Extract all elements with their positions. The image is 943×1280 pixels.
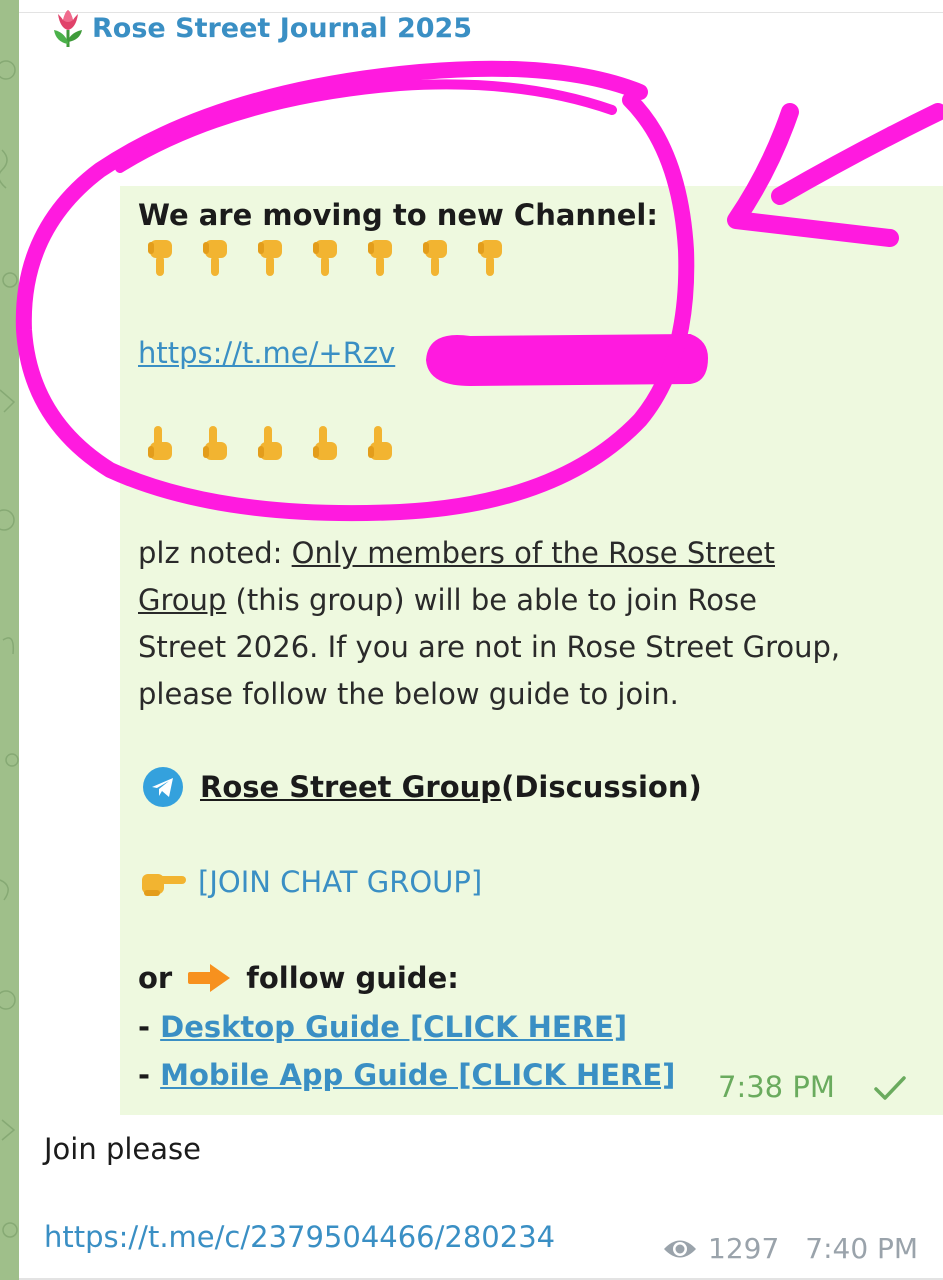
or-label: or — [138, 961, 173, 995]
backhand-index-pointing-up-icon — [203, 426, 227, 460]
follow-guide-row: or follow guide: — [138, 960, 459, 996]
backhand-index-pointing-down-icon — [313, 240, 337, 276]
join-chat-group-link[interactable]: [JOIN CHAT GROUP] — [198, 865, 482, 899]
backhand-index-pointing-down-icon — [258, 240, 282, 276]
backhand-index-pointing-up-icon — [368, 426, 392, 460]
new-channel-link[interactable]: https://t.me/+Rzv — [138, 336, 395, 370]
message-text: Join please — [44, 1132, 201, 1166]
note-text-line-3: Street 2026. If you are not in Rose Stre… — [138, 630, 841, 664]
backhand-index-pointing-down-icon — [478, 240, 502, 276]
message-post-link[interactable]: https://t.me/c/2379504466/280234 — [44, 1220, 555, 1254]
mobile-guide-row: - Mobile App Guide [CLICK HERE] — [138, 1058, 675, 1092]
chat-wallpaper — [0, 0, 19, 1280]
backhand-index-pointing-down-icon — [423, 240, 447, 276]
note-underlined-group: Group — [138, 583, 227, 617]
backhand-index-pointing-down-icon — [368, 240, 392, 276]
annotation-circle-stroke-2 — [115, 79, 617, 173]
note-text-line-2: (this group) will be able to join Rose — [226, 583, 757, 617]
tulip-icon — [54, 10, 82, 47]
telegram-icon — [143, 767, 183, 807]
right-arrow-icon — [188, 964, 231, 992]
move-announcement-heading: We are moving to new Channel: — [138, 198, 658, 232]
membership-note: plz noted: Only members of the Rose Stre… — [138, 530, 928, 718]
note-text-line-4: please follow the below guide to join. — [138, 677, 679, 711]
wallpaper-pattern — [0, 60, 19, 1238]
backhand-index-pointing-up-icon — [313, 426, 337, 460]
channel-name: Rose Street Journal 2025 — [92, 12, 473, 44]
discussion-label: (Discussion) — [501, 770, 702, 804]
message-meta: 1297 7:40 PM — [662, 1232, 918, 1265]
discussion-group-row: Rose Street Group (Discussion) — [142, 766, 702, 808]
view-count: 1297 — [708, 1232, 780, 1265]
bullet: - — [138, 1010, 161, 1044]
channel-name-link[interactable]: Rose Street Journal 2025 — [50, 8, 472, 48]
join-chat-group-row: [JOIN CHAT GROUP] — [138, 862, 482, 902]
rose-street-group-link[interactable]: Rose Street Group — [200, 770, 501, 804]
eye-icon — [664, 1240, 696, 1257]
desktop-guide-row: - Desktop Guide [CLICK HERE] — [138, 1010, 627, 1044]
single-check-icon — [874, 1076, 906, 1100]
note-prefix: plz noted: — [138, 536, 292, 570]
pointing-up-emoji-row — [142, 422, 417, 466]
pointing-down-emoji-row — [142, 236, 527, 280]
backhand-index-pointing-up-icon — [148, 426, 172, 460]
mobile-guide-link[interactable]: Mobile App Guide [CLICK HERE] — [160, 1058, 675, 1092]
forwarded-message-bubble: We are moving to new Channel: https://t.… — [120, 186, 943, 1115]
backhand-index-pointing-right-icon — [142, 874, 186, 896]
bullet: - — [138, 1058, 161, 1092]
note-underlined-members: Only members of the Rose Street — [291, 536, 775, 570]
desktop-guide-link[interactable]: Desktop Guide [CLICK HERE] — [160, 1010, 627, 1044]
forwarded-message-time: 7:38 PM — [718, 1070, 835, 1104]
backhand-index-pointing-down-icon — [203, 240, 227, 276]
message-time: 7:40 PM — [805, 1232, 919, 1265]
backhand-index-pointing-down-icon — [148, 240, 172, 276]
follow-guide-label: follow guide: — [246, 961, 459, 995]
backhand-index-pointing-up-icon — [258, 426, 282, 460]
